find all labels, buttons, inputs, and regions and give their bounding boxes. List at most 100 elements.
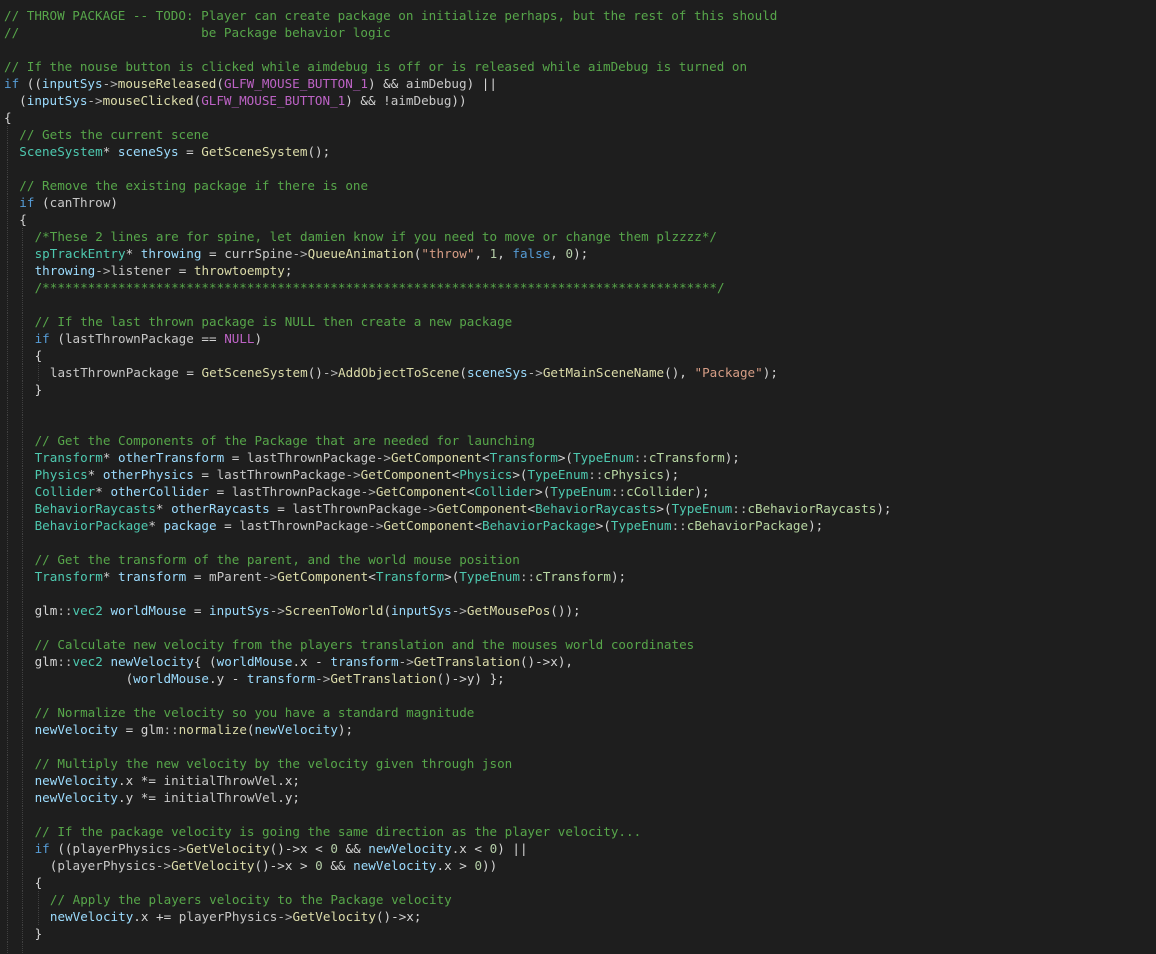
code-line[interactable]: (worldMouse.y - transform->GetTranslatio…	[0, 670, 1156, 687]
code-line[interactable]: {	[0, 347, 1156, 364]
code-token: lastThrownPackage	[49, 365, 179, 380]
code-line[interactable]: if ((playerPhysics->GetVelocity()->x < 0…	[0, 840, 1156, 857]
code-line[interactable]	[0, 738, 1156, 755]
code-line[interactable]	[0, 398, 1156, 415]
code-line[interactable]: Transform* otherTransform = lastThrownPa…	[0, 449, 1156, 466]
code-token: lastThrownPackage	[246, 450, 376, 465]
code-token: /*These 2 lines are for spine, let damie…	[34, 229, 717, 244]
code-token: Physics	[34, 467, 88, 482]
indent-guide	[7, 687, 8, 704]
code-token: otherPhysics	[102, 467, 194, 482]
code-line[interactable]: // Get the transform of the parent, and …	[0, 551, 1156, 568]
code-line[interactable]: newVelocity.x += playerPhysics->GetVeloc…	[0, 908, 1156, 925]
code-line[interactable]	[0, 585, 1156, 602]
code-line[interactable]: /***************************************…	[0, 279, 1156, 296]
code-line[interactable]	[0, 41, 1156, 58]
indent-guide	[7, 194, 8, 211]
code-token: = glm	[118, 722, 164, 737]
code-line[interactable]: Physics* otherPhysics = lastThrownPackag…	[0, 466, 1156, 483]
code-line[interactable]: newVelocity.x *= initialThrowVel.x;	[0, 772, 1156, 789]
code-line[interactable]	[0, 806, 1156, 823]
code-line[interactable]	[0, 687, 1156, 704]
code-line[interactable]: glm::vec2 newVelocity{ (worldMouse.x - t…	[0, 653, 1156, 670]
code-line[interactable]: // be Package behavior logic	[0, 24, 1156, 41]
code-line[interactable]: if (canThrow)	[0, 194, 1156, 211]
code-token: .y *=	[118, 790, 164, 805]
indent-guide	[22, 483, 24, 500]
code-line[interactable]: throwing->listener = throwtoempty;	[0, 262, 1156, 279]
code-line[interactable]: {	[0, 109, 1156, 126]
code-token: GetComponent	[277, 569, 369, 584]
code-line[interactable]: if ((inputSys->mouseReleased(GLFW_MOUSE_…	[0, 75, 1156, 92]
code-token: ();	[307, 144, 331, 159]
code-line[interactable]: glm::vec2 worldMouse = inputSys->ScreenT…	[0, 602, 1156, 619]
code-line[interactable]: SceneSystem* sceneSys = GetSceneSystem()…	[0, 143, 1156, 160]
code-token: =	[201, 246, 225, 261]
code-line[interactable]: Collider* otherCollider = lastThrownPack…	[0, 483, 1156, 500]
code-token: GetComponent	[360, 467, 452, 482]
code-line[interactable]: /*These 2 lines are for spine, let damie…	[0, 228, 1156, 245]
code-token: =	[269, 501, 293, 516]
code-token: BehaviorRaycasts	[34, 501, 156, 516]
code-line[interactable]: // THROW PACKAGE -- TODO: Player can cre…	[0, 7, 1156, 24]
indent-guide	[22, 330, 24, 347]
code-token: newVelocity	[110, 654, 194, 669]
code-token: (	[216, 76, 224, 91]
code-token: ->	[368, 518, 384, 533]
code-token: worldMouse	[110, 603, 187, 618]
indent-guide	[22, 228, 24, 245]
code-line[interactable]	[0, 296, 1156, 313]
code-line[interactable]: Transform* transform = mParent->GetCompo…	[0, 568, 1156, 585]
code-token: ->	[345, 467, 361, 482]
code-line[interactable]: // If the package velocity is going the …	[0, 823, 1156, 840]
code-line[interactable]: // Calculate new velocity from the playe…	[0, 636, 1156, 653]
code-token: GLFW_MOUSE_BUTTON_1	[201, 93, 346, 108]
indent-guide	[7, 177, 8, 194]
code-token: // Calculate new velocity from the playe…	[34, 637, 695, 652]
code-token: GetComponent	[436, 501, 528, 516]
code-line[interactable]: // Apply the players velocity to the Pac…	[0, 891, 1156, 908]
code-line[interactable]	[0, 619, 1156, 636]
code-token: playerPhysics	[57, 858, 156, 873]
code-token: );	[573, 246, 589, 261]
code-token: // Multiply the new velocity by the velo…	[34, 756, 513, 771]
indent-guide	[7, 432, 8, 449]
code-line[interactable]: // Normalize the velocity so you have a …	[0, 704, 1156, 721]
code-line[interactable]	[0, 534, 1156, 551]
code-line[interactable]	[0, 942, 1156, 954]
code-line[interactable]	[0, 160, 1156, 177]
code-line[interactable]: newVelocity.y *= initialThrowVel.y;	[0, 789, 1156, 806]
code-line[interactable]: }	[0, 925, 1156, 942]
code-line[interactable]: // Remove the existing package if there …	[0, 177, 1156, 194]
code-token: GetVelocity	[171, 858, 255, 873]
code-line[interactable]: lastThrownPackage = GetSceneSystem()->Ad…	[0, 364, 1156, 381]
indent-guide	[37, 908, 39, 925]
code-token: =	[209, 484, 232, 499]
code-line[interactable]: (inputSys->mouseClicked(GLFW_MOUSE_BUTTO…	[0, 92, 1156, 109]
code-line[interactable]: // Multiply the new velocity by the velo…	[0, 755, 1156, 772]
code-line[interactable]: (playerPhysics->GetVelocity()->x > 0 && …	[0, 857, 1156, 874]
indent-guide	[7, 942, 8, 954]
code-token: glm	[34, 603, 58, 618]
code-line[interactable]	[0, 415, 1156, 432]
code-token: lastThrownPackage	[292, 501, 422, 516]
indent-guide	[22, 721, 24, 738]
code-line[interactable]: BehaviorPackage* package = lastThrownPac…	[0, 517, 1156, 534]
indent-guide	[22, 313, 24, 330]
code-token: ->	[171, 841, 187, 856]
code-token: {	[34, 348, 43, 363]
code-line[interactable]: // If the nouse button is clicked while …	[0, 58, 1156, 75]
code-line[interactable]: // If the last thrown package is NULL th…	[0, 313, 1156, 330]
code-line[interactable]: // Gets the current scene	[0, 126, 1156, 143]
indent-guide	[7, 381, 8, 398]
code-line[interactable]: if (lastThrownPackage == NULL)	[0, 330, 1156, 347]
code-line[interactable]: spTrackEntry* throwing = currSpine->Queu…	[0, 245, 1156, 262]
code-line[interactable]: }	[0, 381, 1156, 398]
code-editor[interactable]: // THROW PACKAGE -- TODO: Player can cre…	[0, 0, 1156, 954]
code-line[interactable]: newVelocity = glm::normalize(newVelocity…	[0, 721, 1156, 738]
code-line[interactable]: {	[0, 211, 1156, 228]
code-line[interactable]: // Get the Components of the Package tha…	[0, 432, 1156, 449]
code-token: <	[474, 518, 482, 533]
code-line[interactable]: {	[0, 874, 1156, 891]
code-line[interactable]: BehaviorRaycasts* otherRaycasts = lastTh…	[0, 500, 1156, 517]
